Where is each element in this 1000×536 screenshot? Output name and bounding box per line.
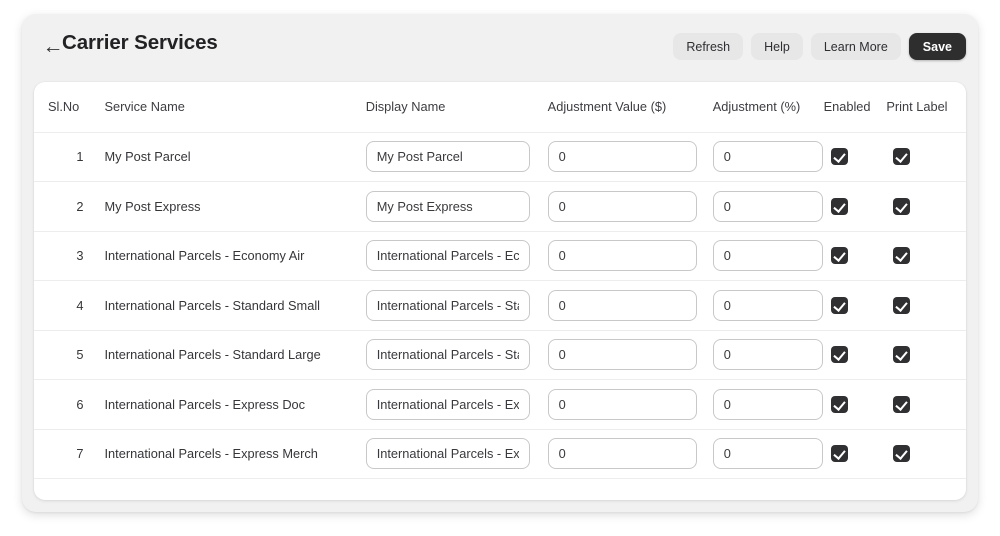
cell-slno: 5 <box>34 330 93 380</box>
carrier-services-card: Sl.No Service Name Display Name Adjustme… <box>34 82 966 500</box>
table-header-row: Sl.No Service Name Display Name Adjustme… <box>34 82 966 133</box>
cell-service-name: International Parcels - Express Doc <box>92 379 354 430</box>
adjustment-value-input[interactable] <box>547 388 697 420</box>
column-header-adjustment-percent: Adjustment (%) <box>704 82 818 133</box>
adjustment-percent-input[interactable] <box>712 141 823 173</box>
enabled-checkbox[interactable] <box>830 296 848 314</box>
adjustment-value-input[interactable] <box>547 190 697 222</box>
enabled-checkbox[interactable] <box>830 395 848 413</box>
cell-slno: 3 <box>34 231 93 281</box>
cell-service-name: International Parcels - Standard Small <box>92 280 354 331</box>
adjustment-percent-input[interactable] <box>712 190 823 222</box>
cell-slno: 2 <box>34 181 93 232</box>
table-row: 7 International Parcels - Express Merch <box>34 429 966 479</box>
display-name-input[interactable] <box>365 240 530 272</box>
column-header-enabled: Enabled <box>817 82 883 133</box>
print-label-checkbox[interactable] <box>893 445 911 463</box>
adjustment-percent-input[interactable] <box>712 289 823 321</box>
display-name-input[interactable] <box>365 289 530 321</box>
cell-service-name: International Parcels - Express Merch <box>92 429 354 479</box>
enabled-checkbox[interactable] <box>830 197 848 215</box>
print-label-checkbox[interactable] <box>893 197 911 215</box>
carrier-services-shell: ← Carrier Services Refresh Help Learn Mo… <box>22 14 978 512</box>
table-row: 1 My Post Parcel <box>34 132 966 182</box>
header-actions: Refresh Help Learn More Save <box>673 33 966 60</box>
enabled-checkbox[interactable] <box>830 445 848 463</box>
page-header: ← Carrier Services Refresh Help Learn Mo… <box>22 14 978 80</box>
display-name-input[interactable] <box>365 388 530 420</box>
column-header-print-label: Print Label <box>882 82 966 133</box>
table-row: 2 My Post Express <box>34 181 966 232</box>
adjustment-percent-input[interactable] <box>712 240 823 272</box>
column-header-adjustment-value: Adjustment Value ($) <box>539 82 705 133</box>
save-button[interactable]: Save <box>908 33 966 60</box>
page-title: Carrier Services <box>62 31 218 54</box>
display-name-input[interactable] <box>365 438 530 470</box>
adjustment-value-input[interactable] <box>547 289 697 321</box>
cell-slno: 6 <box>34 379 93 430</box>
adjustment-percent-input[interactable] <box>712 339 823 371</box>
cell-service-name: My Post Parcel <box>92 132 354 182</box>
enabled-checkbox[interactable] <box>830 346 848 364</box>
table-row: 6 International Parcels - Express Doc <box>34 379 966 430</box>
display-name-input[interactable] <box>365 141 530 173</box>
table-row: 3 International Parcels - Economy Air <box>34 231 966 281</box>
enabled-checkbox[interactable] <box>830 148 848 166</box>
adjustment-value-input[interactable] <box>547 339 697 371</box>
refresh-button[interactable]: Refresh <box>673 33 744 60</box>
adjustment-value-input[interactable] <box>547 141 697 173</box>
print-label-checkbox[interactable] <box>893 395 911 413</box>
adjustment-percent-input[interactable] <box>712 438 823 470</box>
adjustment-percent-input[interactable] <box>712 388 823 420</box>
cell-slno: 7 <box>34 429 93 479</box>
print-label-checkbox[interactable] <box>893 346 911 364</box>
help-button[interactable]: Help <box>751 33 803 60</box>
cell-slno: 4 <box>34 280 93 331</box>
print-label-checkbox[interactable] <box>893 296 911 314</box>
cell-slno: 1 <box>34 132 93 182</box>
cell-service-name: My Post Express <box>92 181 354 232</box>
cell-service-name: International Parcels - Standard Large <box>92 330 354 380</box>
cell-service-name: International Parcels - Economy Air <box>92 231 354 281</box>
column-header-display-name: Display Name <box>353 82 540 133</box>
display-name-input[interactable] <box>365 190 530 222</box>
enabled-checkbox[interactable] <box>830 247 848 265</box>
print-label-checkbox[interactable] <box>893 247 911 265</box>
adjustment-value-input[interactable] <box>547 240 697 272</box>
table-row: 5 International Parcels - Standard Large <box>34 330 966 380</box>
table-row: 4 International Parcels - Standard Small <box>34 280 966 331</box>
learn-more-button[interactable]: Learn More <box>810 33 901 60</box>
table-body: 1My Post Parcel2My Post Express3Internat… <box>34 132 966 479</box>
print-label-checkbox[interactable] <box>893 148 911 166</box>
column-header-service-name: Service Name <box>92 82 354 133</box>
display-name-input[interactable] <box>365 339 530 371</box>
column-header-slno: Sl.No <box>34 82 93 133</box>
adjustment-value-input[interactable] <box>547 438 697 470</box>
carrier-services-table: Sl.No Service Name Display Name Adjustme… <box>34 82 966 479</box>
